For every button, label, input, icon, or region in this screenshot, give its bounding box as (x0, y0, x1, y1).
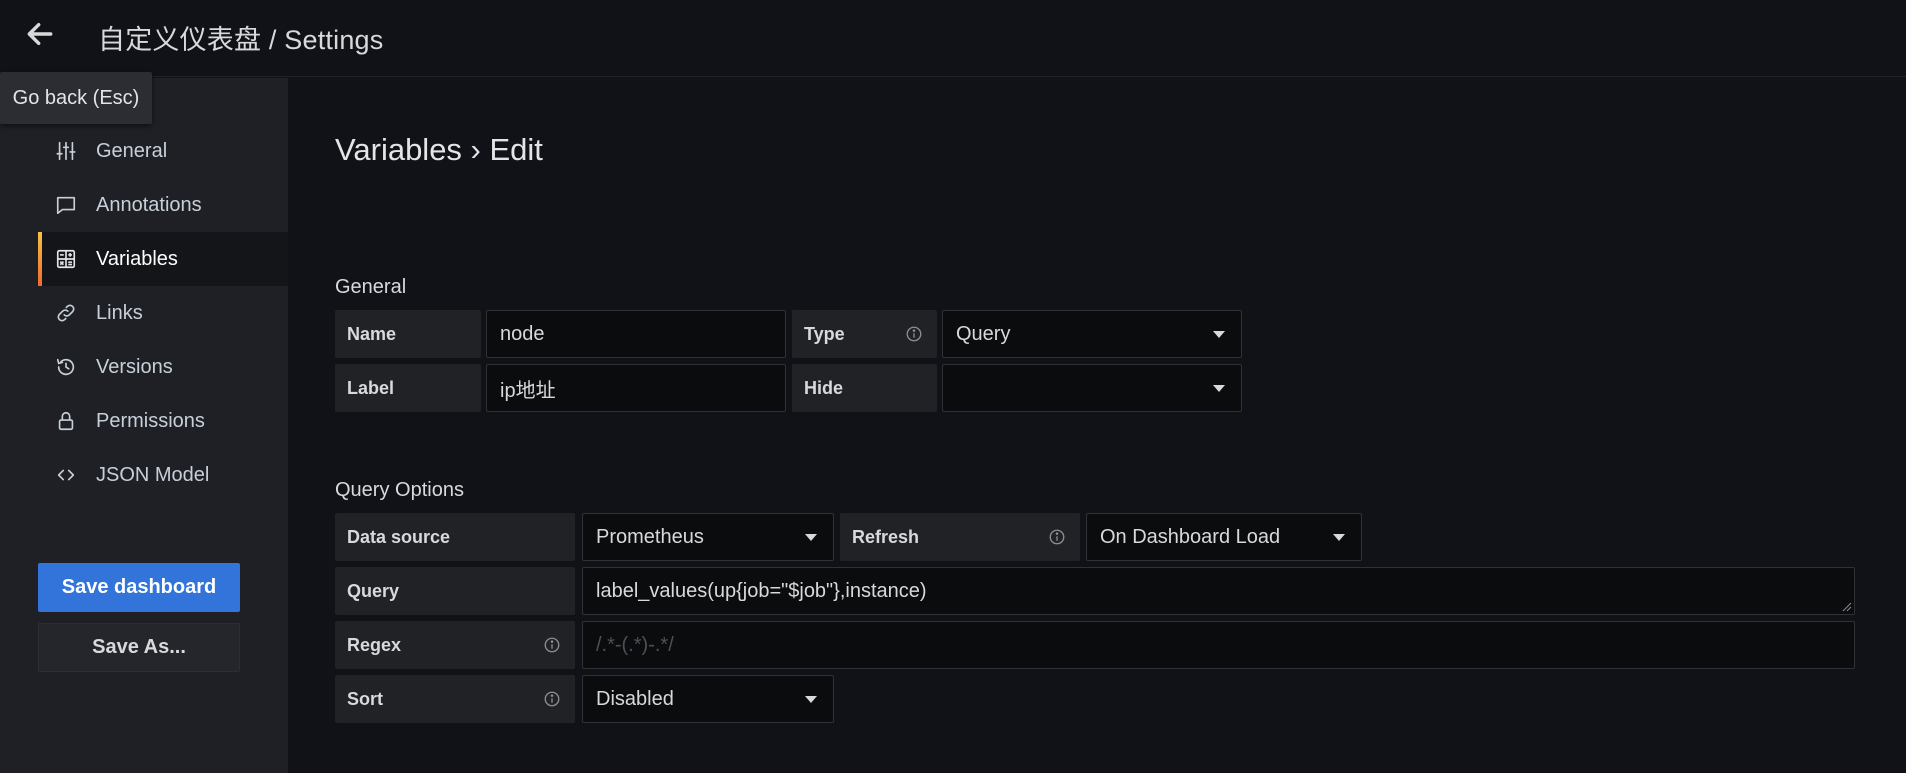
info-icon[interactable] (905, 325, 923, 343)
datasource-select-value: Prometheus (596, 525, 704, 548)
type-label-box: Type (792, 310, 937, 358)
regex-input[interactable] (582, 621, 1855, 669)
refresh-label: Refresh (852, 526, 920, 547)
save-as-button[interactable]: Save As... (38, 623, 240, 672)
sidebar-item-variables[interactable]: Variables (38, 232, 288, 286)
sort-select-value: Disabled (596, 687, 674, 710)
label-label: Label (335, 364, 481, 412)
caret-down-icon (805, 696, 817, 703)
type-select[interactable]: Query (942, 310, 1242, 358)
sidebar-item-links[interactable]: Links (38, 286, 288, 340)
sidebar-item-json-model[interactable]: JSON Model (38, 448, 288, 502)
name-input[interactable] (486, 310, 786, 358)
sidebar-item-label: Versions (96, 355, 173, 378)
sidebar-item-label: Variables (96, 247, 178, 270)
comment-icon (54, 193, 78, 217)
resize-handle-icon[interactable] (1840, 600, 1852, 612)
section-title-query-options: Query Options (335, 479, 464, 501)
link-icon (54, 301, 78, 325)
caret-down-icon (1213, 331, 1225, 338)
back-button[interactable] (22, 16, 58, 52)
sliders-icon (54, 139, 78, 163)
arrow-left-icon (27, 22, 53, 46)
query-value: label_values(up{job="$job"},instance) (596, 579, 927, 602)
page-title: Variables › Edit (335, 132, 543, 167)
caret-down-icon (805, 534, 817, 541)
page-header-title: 自定义仪表盘 / Settings (98, 25, 384, 55)
info-icon[interactable] (543, 690, 561, 708)
refresh-label-box: Refresh (840, 513, 1080, 561)
caret-down-icon (1213, 385, 1225, 392)
refresh-select-value: On Dashboard Load (1100, 525, 1281, 548)
info-icon[interactable] (1048, 528, 1066, 546)
save-dashboard-button[interactable]: Save dashboard (38, 563, 240, 612)
history-icon (54, 355, 78, 379)
type-label: Type (804, 323, 845, 344)
sidebar-item-general[interactable]: General (38, 124, 288, 178)
code-icon (54, 463, 78, 487)
datasource-label: Data source (335, 513, 575, 561)
datasource-select[interactable]: Prometheus (582, 513, 834, 561)
hide-label: Hide (792, 364, 937, 412)
sidebar-item-label: Permissions (96, 409, 205, 432)
query-textarea[interactable]: label_values(up{job="$job"},instance) (582, 567, 1855, 615)
sidebar-item-label: Links (96, 301, 143, 324)
sort-label: Sort (347, 688, 383, 709)
sidebar-item-annotations[interactable]: Annotations (38, 178, 288, 232)
regex-label-box: Regex (335, 621, 575, 669)
top-bar: 自定义仪表盘 / Settings (0, 0, 1906, 77)
sidebar-item-versions[interactable]: Versions (38, 340, 288, 394)
name-label: Name (335, 310, 481, 358)
label-input[interactable] (486, 364, 786, 412)
sort-select[interactable]: Disabled (582, 675, 834, 723)
info-icon[interactable] (543, 636, 561, 654)
calculator-icon (54, 247, 78, 271)
refresh-select[interactable]: On Dashboard Load (1086, 513, 1362, 561)
regex-label: Regex (347, 634, 402, 655)
sidebar-item-permissions[interactable]: Permissions (38, 394, 288, 448)
sidebar-item-label: JSON Model (96, 463, 210, 486)
back-tooltip: Go back (Esc) (0, 72, 152, 124)
caret-down-icon (1333, 534, 1345, 541)
sort-label-box: Sort (335, 675, 575, 723)
sidebar-item-label: Annotations (96, 193, 202, 216)
sidebar-item-label: General (96, 139, 168, 162)
hide-select[interactable] (942, 364, 1242, 412)
type-select-value: Query (956, 322, 1011, 345)
lock-icon (54, 409, 78, 433)
query-label: Query (335, 567, 575, 615)
section-title-general: General (335, 276, 407, 298)
